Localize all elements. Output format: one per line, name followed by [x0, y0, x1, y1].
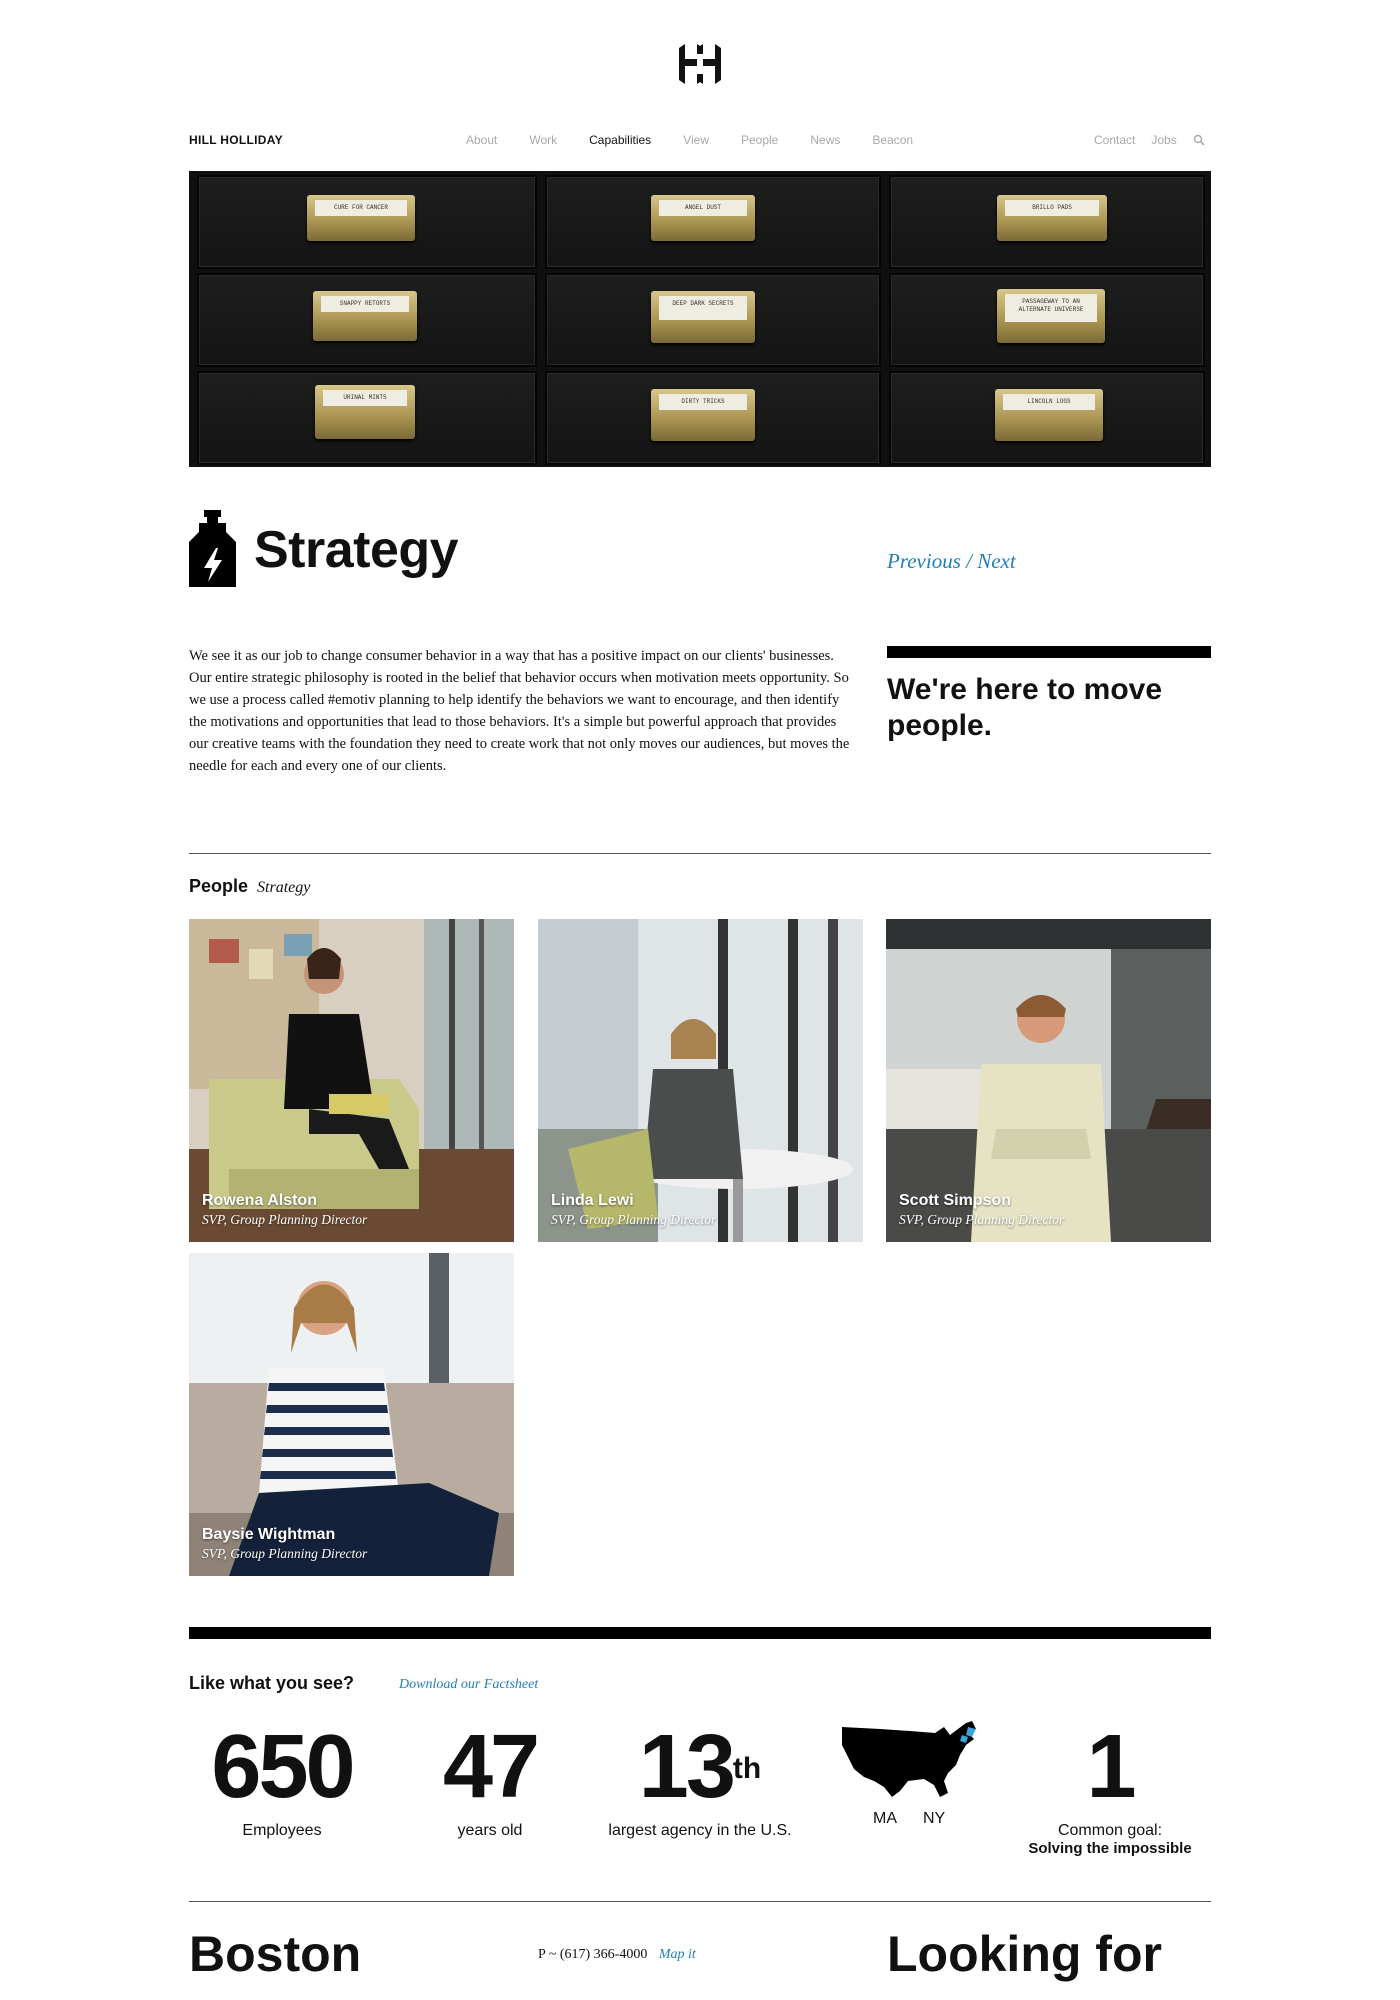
looking-for-heading: Looking for — [887, 1926, 1162, 1982]
stat-common-goal: 1 Common goal: Solving the impossible — [1010, 1722, 1210, 1857]
drawer-label: CURE FOR CANCER — [315, 200, 407, 216]
person-card[interactable]: Scott Simpson SVP, Group Planning Direct… — [886, 919, 1211, 1242]
nav-item-contact[interactable]: Contact — [1094, 133, 1135, 147]
person-name: Baysie Wightman — [202, 1526, 336, 1543]
nav-item-about[interactable]: About — [466, 133, 497, 147]
map-label-ny: NY — [923, 1810, 946, 1827]
stat-rank: 13th largest agency in the U.S. — [590, 1722, 810, 1840]
stat-value: 13 — [638, 1717, 736, 1817]
previous-link[interactable]: Previous — [887, 549, 961, 573]
stat-years: 47 years old — [410, 1722, 570, 1840]
stat-label: years old — [457, 1822, 523, 1839]
prev-next-separator: / — [966, 549, 972, 573]
person-card[interactable]: Linda Lewi SVP, Group Planning Director — [538, 919, 863, 1242]
drawer-label: BRILLO PADS — [1005, 200, 1099, 216]
office-city: Boston — [189, 1926, 362, 1982]
nav-item-view[interactable]: View — [683, 133, 709, 147]
stat-value: 47 — [442, 1717, 540, 1817]
person-name: Scott Simpson — [899, 1192, 1012, 1209]
pull-quote: We're here to move people. — [887, 673, 1163, 742]
people-heading-category: Strategy — [257, 879, 311, 896]
stat-value: 650 — [211, 1717, 355, 1817]
drawer-pull: CURE FOR CANCER — [307, 195, 415, 241]
drawer-pull: BRILLO PADS — [997, 195, 1107, 241]
secondary-nav: Contact Jobs — [1094, 133, 1205, 147]
drawer-pull: DIRTY TRICKS — [651, 389, 755, 441]
stat-label: Employees — [242, 1822, 322, 1839]
person-role: SVP, Group Planning Director — [202, 1212, 368, 1227]
section-divider — [189, 853, 1211, 854]
stat-label-emphasis: Solving the impossible — [1028, 1840, 1192, 1857]
map-it-link[interactable]: Map it — [659, 1947, 696, 1962]
nav-item-work[interactable]: Work — [529, 133, 557, 147]
intro-paragraph: We see it as our job to change consumer … — [189, 648, 850, 774]
map-state-labels: MA NY — [873, 1810, 945, 1828]
drawer-pull: URINAL MINTS — [315, 385, 415, 439]
person-card[interactable]: Rowena Alston SVP, Group Planning Direct… — [189, 919, 514, 1242]
drawer-label: DIRTY TRICKS — [659, 394, 747, 410]
drawer-label: ANGEL DUST — [659, 200, 747, 216]
next-link[interactable]: Next — [977, 549, 1015, 573]
drawer-pull: SNAPPY RETORTS — [313, 291, 417, 341]
drawer-label: DEEP DARK SECRETS — [659, 296, 747, 320]
stat-employees: 650 Employees — [189, 1722, 375, 1840]
nav-item-beacon[interactable]: Beacon — [872, 133, 913, 147]
person-name: Linda Lewi — [551, 1192, 634, 1209]
facts-divider — [189, 1627, 1211, 1639]
people-heading: People Strategy — [189, 876, 310, 897]
drawer-pull: PASSAGEWAY TO AN ALTERNATE UNIVERSE — [997, 289, 1105, 343]
stat-label: largest agency in the U.S. — [608, 1822, 792, 1839]
main-nav: About Work Capabilities View People News… — [466, 133, 945, 147]
hill-holliday-logo-icon[interactable] — [675, 44, 725, 84]
person-role: SVP, Group Planning Director — [202, 1546, 368, 1561]
office-contact: P ~ (617) 366-4000 Map it — [538, 1947, 696, 1963]
drawer-label: LINCOLN LOGS — [1003, 394, 1095, 410]
download-factsheet-link[interactable]: Download our Factsheet — [399, 1677, 538, 1693]
person-role: SVP, Group Planning Director — [551, 1212, 717, 1227]
drawer-pull: DEEP DARK SECRETS — [651, 291, 755, 343]
drawer-pull: ANGEL DUST — [651, 195, 755, 241]
person-name: Rowena Alston — [202, 1192, 317, 1209]
nav-item-news[interactable]: News — [810, 133, 840, 147]
quote-divider — [887, 646, 1211, 658]
nav-item-jobs[interactable]: Jobs — [1151, 133, 1176, 147]
person-role: SVP, Group Planning Director — [899, 1212, 1065, 1227]
stat-label: Common goal: — [1057, 1822, 1163, 1839]
nav-item-capabilities[interactable]: Capabilities — [589, 133, 651, 147]
hero-image-filing-cabinet: CURE FOR CANCER ANGEL DUST BRILLO PADS S… — [189, 171, 1211, 467]
stat-value: 1 — [1086, 1717, 1136, 1817]
bottle-lightning-icon — [189, 510, 236, 587]
office-phone[interactable]: P ~ (617) 366-4000 — [538, 1947, 647, 1962]
person-card[interactable]: Baysie Wightman SVP, Group Planning Dire… — [189, 1253, 514, 1576]
brand-name[interactable]: HILL HOLLIDAY — [189, 133, 283, 147]
people-heading-label: People — [189, 876, 249, 896]
facts-heading: Like what you see? — [189, 1673, 355, 1693]
drawer-pull: LINCOLN LOGS — [995, 389, 1103, 441]
map-label-ma: MA — [873, 1810, 897, 1827]
stat-ordinal-suffix: th — [732, 1752, 762, 1785]
drawer-label: SNAPPY RETORTS — [321, 296, 409, 312]
drawer-label: PASSAGEWAY TO AN ALTERNATE UNIVERSE — [1005, 294, 1097, 322]
page-title: Strategy — [254, 521, 459, 579]
prev-next-nav: Previous / Next — [887, 549, 1016, 574]
search-icon[interactable] — [1193, 134, 1205, 146]
nav-item-people[interactable]: People — [741, 133, 778, 147]
drawer-label: URINAL MINTS — [323, 390, 407, 406]
footer-divider — [189, 1901, 1211, 1902]
usa-map-icon — [842, 1721, 976, 1797]
